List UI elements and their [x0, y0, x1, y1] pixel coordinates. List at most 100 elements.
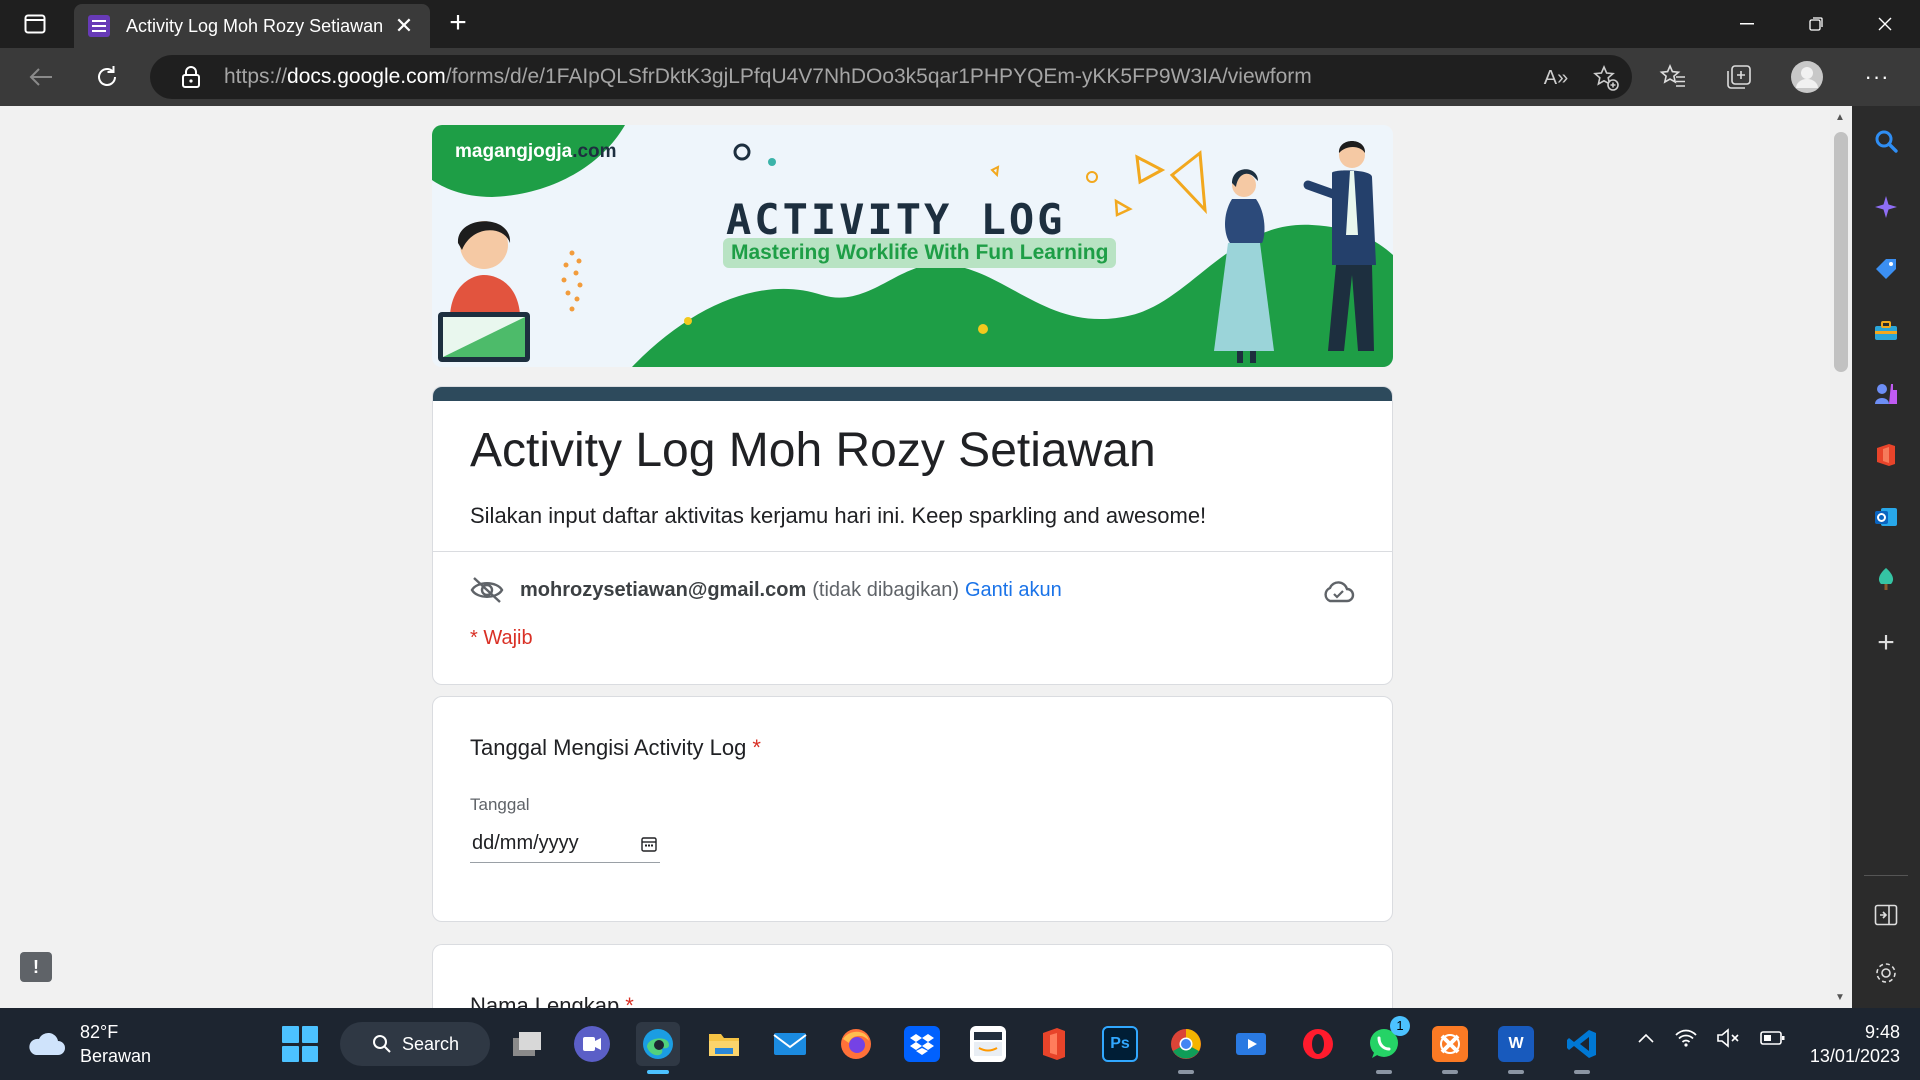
tab-actions-button[interactable]: [16, 10, 54, 38]
system-tray: [1636, 1028, 1786, 1048]
cloud-sync-icon[interactable]: [1321, 577, 1355, 607]
sidebar-settings-icon[interactable]: [1869, 956, 1903, 990]
scroll-down-icon[interactable]: ▼: [1835, 992, 1845, 1003]
banner-headline: ACTIVITY LOG: [726, 195, 1066, 244]
sidebar-tools-icon[interactable]: [1869, 314, 1903, 348]
office-icon: [1036, 1026, 1072, 1062]
word-app[interactable]: W: [1494, 1022, 1538, 1074]
star-add-icon: [1593, 64, 1619, 91]
office-app[interactable]: [1032, 1022, 1076, 1066]
browser-tab-active[interactable]: Activity Log Moh Rozy Setiawan ✕: [74, 4, 430, 48]
chevron-up-icon[interactable]: [1636, 1031, 1656, 1045]
collections-icon: [1727, 65, 1751, 89]
whatsapp-app[interactable]: 1: [1362, 1016, 1410, 1074]
battery-icon[interactable]: [1760, 1030, 1786, 1046]
tab-close-icon[interactable]: ✕: [392, 13, 416, 39]
form-accent-bar: [433, 387, 1392, 401]
switch-account-link[interactable]: Ganti akun: [965, 579, 1062, 602]
window-close-button[interactable]: [1862, 8, 1908, 40]
amazon-app[interactable]: [966, 1022, 1010, 1066]
photoshop-icon: Ps: [1102, 1026, 1138, 1062]
divider: [433, 551, 1392, 552]
form-description: Silakan input daftar aktivitas kerjamu h…: [470, 503, 1207, 528]
dropbox-icon: [904, 1026, 940, 1062]
wifi-icon[interactable]: [1674, 1028, 1698, 1048]
system-clock[interactable]: 9:48 13/01/2023: [1790, 1020, 1900, 1068]
firefox-icon: [838, 1026, 874, 1062]
form-title-card: Activity Log Moh Rozy Setiawan Silakan i…: [432, 386, 1393, 685]
favorites-button[interactable]: [1656, 60, 1690, 94]
sidebar-shopping-icon[interactable]: [1869, 252, 1903, 286]
search-label: Search: [402, 1033, 460, 1054]
task-view-icon: [509, 1026, 545, 1062]
speaker-muted-icon[interactable]: [1716, 1028, 1742, 1048]
page-viewport: magangjogja.com ACTIVITY LOG Mastering W…: [0, 106, 1830, 1008]
sidebar-discover-icon[interactable]: [1869, 190, 1903, 224]
sidebar-outlook-icon[interactable]: [1869, 500, 1903, 534]
teams-chat-app[interactable]: [570, 1022, 614, 1066]
feedback-button[interactable]: !: [20, 952, 52, 982]
start-button[interactable]: [282, 1026, 318, 1062]
account-email: mohrozysetiawan@gmail.com: [520, 578, 807, 601]
sidebar-add-icon[interactable]: +: [1869, 626, 1903, 660]
new-tab-button[interactable]: +: [440, 6, 476, 42]
profile-button[interactable]: [1790, 60, 1824, 94]
more-menu-icon[interactable]: ···: [1860, 60, 1894, 94]
scroll-up-icon[interactable]: ▲: [1835, 112, 1845, 123]
chrome-app[interactable]: [1164, 1022, 1208, 1074]
restore-button[interactable]: [1793, 8, 1839, 40]
url-text: https://docs.google.com/forms/d/e/1FAIpQ…: [224, 65, 1312, 88]
mail-app[interactable]: [768, 1022, 812, 1066]
sidebar-office-icon[interactable]: [1869, 438, 1903, 472]
weather-desc: Berawan: [80, 1046, 152, 1066]
collections-button[interactable]: [1722, 60, 1756, 94]
firefox-app[interactable]: [834, 1022, 878, 1066]
media-player-icon: [1234, 1026, 1270, 1062]
clock-date: 13/01/2023: [1809, 1046, 1900, 1066]
refresh-button[interactable]: [90, 60, 124, 94]
photoshop-app[interactable]: Ps: [1098, 1022, 1142, 1066]
calendar-icon[interactable]: [640, 835, 658, 853]
required-note: * Wajib: [470, 627, 533, 649]
form-header-banner: magangjogja.com ACTIVITY LOG Mastering W…: [432, 125, 1393, 367]
cloud-icon: [29, 1032, 66, 1055]
weather-widget[interactable]: 82°F Berawan: [26, 1020, 151, 1068]
lock-icon[interactable]: [176, 62, 206, 92]
sidebar-search-icon[interactable]: [1869, 124, 1903, 158]
page-scrollbar[interactable]: ▲ ▼: [1830, 106, 1852, 1008]
chrome-icon: [1168, 1026, 1204, 1062]
sidebar-games-icon[interactable]: [1869, 376, 1903, 410]
tab-actions-icon: [24, 14, 46, 34]
dropbox-app[interactable]: [900, 1022, 944, 1066]
browser-toolbar: https://docs.google.com/forms/d/e/1FAIpQ…: [0, 48, 1920, 106]
xampp-icon: [1432, 1026, 1468, 1062]
opera-icon: [1300, 1026, 1336, 1062]
visibility-off-icon: [470, 575, 504, 605]
edge-app[interactable]: [636, 1022, 680, 1074]
taskbar-search[interactable]: Search: [340, 1022, 490, 1066]
google-forms-icon: [88, 15, 110, 37]
account-row: mohrozysetiawan@gmail.com (tidak dibagik…: [470, 575, 1062, 605]
question-title: Tanggal Mengisi Activity Log *: [470, 735, 761, 760]
address-bar[interactable]: https://docs.google.com/forms/d/e/1FAIpQ…: [150, 55, 1632, 99]
back-button[interactable]: [24, 60, 58, 94]
scrollbar-thumb[interactable]: [1834, 132, 1848, 372]
minimize-button[interactable]: [1724, 8, 1770, 40]
minimize-icon: [1740, 23, 1754, 25]
amazon-icon: [970, 1026, 1006, 1062]
media-player-app[interactable]: [1230, 1022, 1274, 1066]
hide-sidebar-icon[interactable]: [1869, 898, 1903, 932]
date-input[interactable]: dd/mm/yyyy: [470, 825, 660, 863]
banner-logo: magangjogja.com: [455, 141, 617, 162]
file-explorer-app[interactable]: [702, 1022, 746, 1066]
xampp-app[interactable]: [1428, 1022, 1472, 1074]
notification-badge: 1: [1390, 1016, 1410, 1036]
add-favorite-button[interactable]: [1590, 62, 1622, 94]
opera-app[interactable]: [1296, 1022, 1340, 1066]
sidebar-tree-icon[interactable]: [1869, 562, 1903, 596]
read-aloud-icon[interactable]: A»: [1540, 62, 1572, 94]
vscode-app[interactable]: [1560, 1022, 1604, 1074]
tab-bar: Activity Log Moh Rozy Setiawan ✕ +: [0, 0, 1920, 48]
folder-icon: [706, 1026, 742, 1062]
task-view-app[interactable]: [505, 1022, 549, 1066]
